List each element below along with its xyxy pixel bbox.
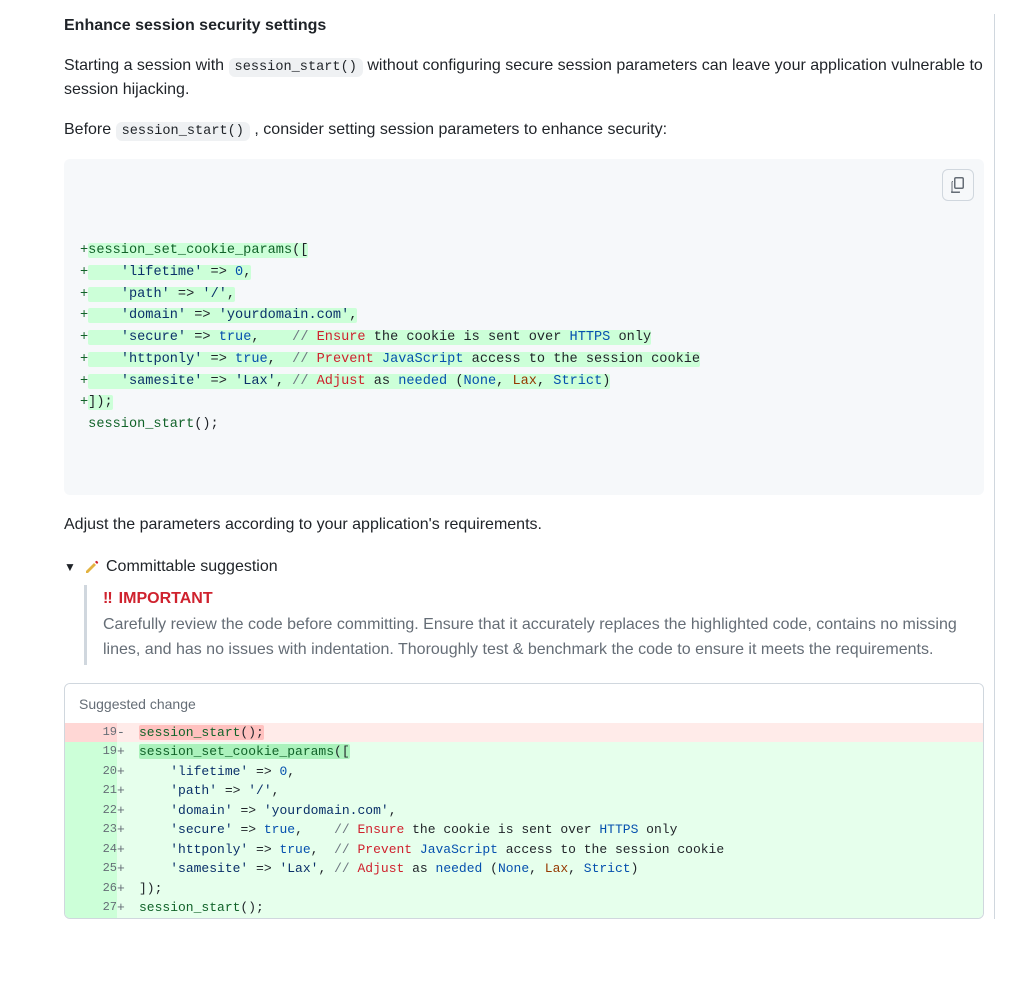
table-row: 22+ 'domain' => 'yourdomain.com', [65, 801, 983, 821]
code-line: + 'httponly' => true, // Prevent JavaScr… [80, 349, 968, 371]
copy-button[interactable] [942, 169, 974, 201]
diff-code: 'lifetime' => 0, [139, 762, 983, 782]
table-row: 19+session_set_cookie_params([ [65, 742, 983, 762]
line-number: 27 [65, 898, 117, 918]
line-number: 20 [65, 762, 117, 782]
committable-summary-label: Committable suggestion [106, 555, 278, 579]
diff-code: session_start(); [139, 898, 983, 918]
section-heading: Enhance session security settings [64, 14, 984, 38]
intro-pre: Starting a session with [64, 57, 229, 74]
table-row: 26+]); [65, 879, 983, 899]
before-pre: Before [64, 121, 116, 138]
diff-code: session_set_cookie_params([ [139, 742, 983, 762]
line-number: 19 [65, 742, 117, 762]
diff-marker: + [117, 859, 139, 879]
diff-code: 'samesite' => 'Lax', // Adjust as needed… [139, 859, 983, 879]
copy-icon [950, 177, 966, 193]
table-row: 27+session_start(); [65, 898, 983, 918]
before-paragraph: Before session_start() , consider settin… [64, 118, 984, 142]
diff-marker: + [117, 879, 139, 899]
important-callout: ‼ IMPORTANT Carefully review the code be… [84, 585, 984, 665]
table-row: 20+ 'lifetime' => 0, [65, 762, 983, 782]
code-line: + 'samesite' => 'Lax', // Adjust as need… [80, 371, 968, 393]
before-post: , consider setting session parameters to… [250, 121, 667, 138]
table-row: 25+ 'samesite' => 'Lax', // Adjust as ne… [65, 859, 983, 879]
table-row: 21+ 'path' => '/', [65, 781, 983, 801]
line-number: 21 [65, 781, 117, 801]
diff-marker: + [117, 801, 139, 821]
line-number: 26 [65, 879, 117, 899]
diff-marker: + [117, 762, 139, 782]
code-line: +]); [80, 392, 968, 414]
suggested-change-panel: Suggested change 19-session_start();19+s… [64, 683, 984, 919]
inline-code-session-start-2: session_start() [116, 122, 250, 141]
code-line: session_start(); [80, 414, 968, 436]
inline-code-session-start: session_start() [229, 58, 363, 77]
line-number: 25 [65, 859, 117, 879]
committable-summary[interactable]: ▼ Committable suggestion [64, 555, 984, 579]
diff-marker: + [117, 820, 139, 840]
code-line: + 'domain' => 'yourdomain.com', [80, 305, 968, 327]
diff-marker: + [117, 742, 139, 762]
table-row: 19-session_start(); [65, 723, 983, 743]
code-line: +session_set_cookie_params([ [80, 240, 968, 262]
code-line: + 'path' => '/', [80, 284, 968, 306]
diff-marker: + [117, 781, 139, 801]
diff-code: 'secure' => true, // Ensure the cookie i… [139, 820, 983, 840]
diff-code: ]); [139, 879, 983, 899]
code-suggestion-block: +session_set_cookie_params([+ 'lifetime'… [64, 159, 984, 496]
disclosure-triangle-icon: ▼ [64, 558, 78, 576]
diff-code: session_start(); [139, 723, 983, 743]
intro-paragraph: Starting a session with session_start() … [64, 54, 984, 102]
code-line: + 'lifetime' => 0, [80, 262, 968, 284]
important-icon: ‼ [103, 587, 113, 611]
adjust-paragraph: Adjust the parameters according to your … [64, 513, 984, 537]
code-line: + 'secure' => true, // Ensure the cookie… [80, 327, 968, 349]
committable-suggestion-details[interactable]: ▼ Committable suggestion ‼ IMPORTANT Car… [64, 555, 984, 665]
pencil-icon [84, 559, 100, 575]
diff-marker: + [117, 898, 139, 918]
line-number: 24 [65, 840, 117, 860]
diff-code: 'path' => '/', [139, 781, 983, 801]
line-number: 23 [65, 820, 117, 840]
diff-marker: + [117, 840, 139, 860]
table-row: 24+ 'httponly' => true, // Prevent JavaS… [65, 840, 983, 860]
important-body: Carefully review the code before committ… [103, 613, 984, 663]
suggested-change-header: Suggested change [65, 684, 983, 723]
diff-code: 'domain' => 'yourdomain.com', [139, 801, 983, 821]
line-number: 19 [65, 723, 117, 743]
table-row: 23+ 'secure' => true, // Ensure the cook… [65, 820, 983, 840]
diff-marker: - [117, 723, 139, 743]
important-label: IMPORTANT [119, 587, 213, 611]
diff-code: 'httponly' => true, // Prevent JavaScrip… [139, 840, 983, 860]
line-number: 22 [65, 801, 117, 821]
diff-table: 19-session_start();19+session_set_cookie… [65, 723, 983, 918]
